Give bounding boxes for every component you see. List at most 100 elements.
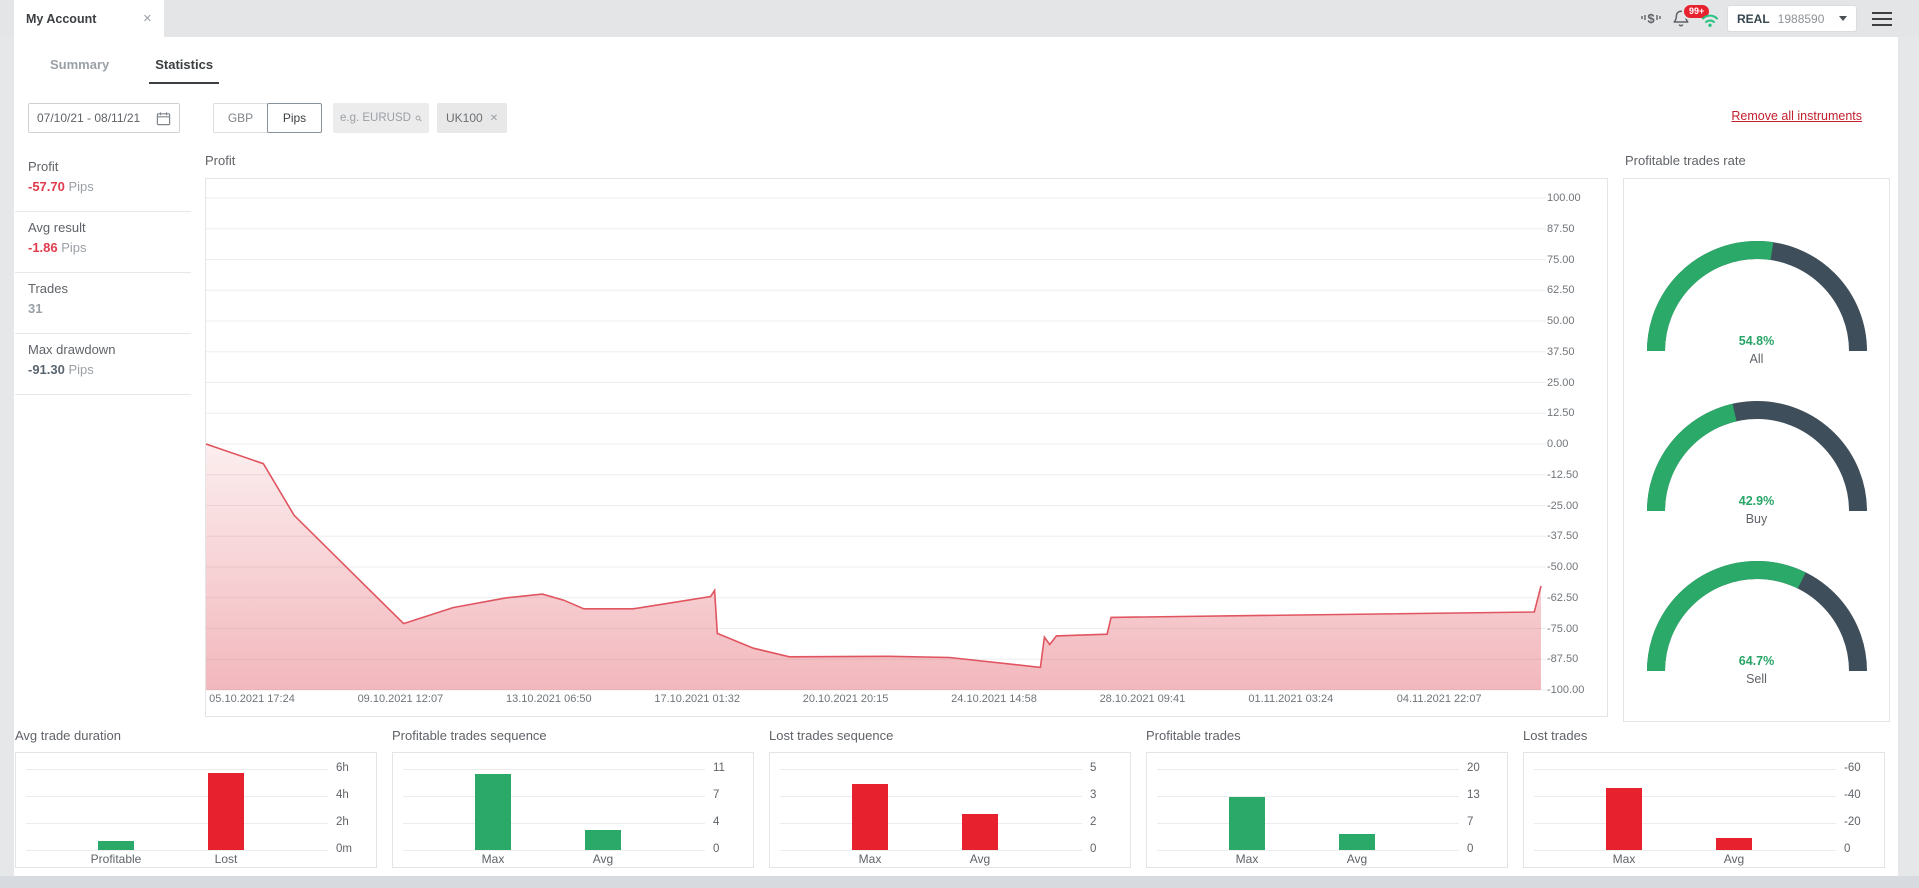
stat-value: -1.86 xyxy=(28,240,58,255)
account-number: 1988590 xyxy=(1777,11,1825,26)
mini-category-label: Max xyxy=(1235,852,1259,866)
divider xyxy=(15,394,191,395)
stat-trades: Trades 31 xyxy=(28,281,193,316)
y-axis-tick: -75.00 xyxy=(1547,622,1579,635)
stat-unit: Pips xyxy=(57,240,87,255)
mini-chart-title: Avg trade duration xyxy=(15,728,121,743)
remove-all-instruments-link[interactable]: Remove all instruments xyxy=(1731,109,1862,123)
mini-y-tick: 0 xyxy=(1467,843,1474,855)
account-selector[interactable]: REAL 1988590 xyxy=(1727,5,1857,32)
gauge-buy: 42.9% Buy xyxy=(1624,401,1889,551)
x-axis-label: 17.10.2021 01:32 xyxy=(654,693,740,705)
date-range-value: 07/10/21 - 08/11/21 xyxy=(37,111,141,125)
mini-chart-lost-trades-sequence: Lost trades sequence 5 3 2 0 Max Avg xyxy=(769,728,1131,868)
mini-chart-lost-trades: Lost trades -60 -40 -20 0 Max Avg xyxy=(1523,728,1885,868)
chip-label: UK100 xyxy=(446,111,483,125)
y-axis-tick: -100.00 xyxy=(1547,684,1585,696)
mini-y-tick: 0 xyxy=(1844,843,1851,855)
gauge-label: Buy xyxy=(1745,512,1768,526)
mini-bar-avg xyxy=(1339,833,1375,850)
tab-summary[interactable]: Summary xyxy=(44,51,115,84)
pips-toggle-button[interactable]: Pips xyxy=(267,103,322,133)
stat-max-drawdown: Max drawdown -91.30 Pips xyxy=(28,342,193,377)
mini-chart-profitable-trades: Profitable trades 20 13 7 0 Max Avg xyxy=(1146,728,1508,868)
mini-gridline xyxy=(26,823,328,824)
mini-gridline xyxy=(1157,796,1459,797)
mini-bar-max xyxy=(1229,797,1265,850)
menu-hamburger-icon[interactable] xyxy=(1872,12,1892,30)
mini-category-label: Avg xyxy=(592,852,614,866)
mini-y-tick: -40 xyxy=(1844,789,1861,801)
y-axis-tick: 50.00 xyxy=(1547,315,1575,327)
mini-y-tick: 4 xyxy=(713,816,720,828)
mini-y-tick: 0m xyxy=(336,843,352,855)
gauge-all: 54.8% All xyxy=(1624,241,1889,391)
currency-toggle-button[interactable]: GBP xyxy=(213,103,268,133)
stat-label: Profit xyxy=(28,159,59,174)
date-range-input[interactable]: 07/10/21 - 08/11/21 xyxy=(28,103,180,133)
gauge-label: Sell xyxy=(1746,672,1767,686)
mini-gridline xyxy=(403,823,705,824)
close-icon[interactable]: ✕ xyxy=(143,12,152,25)
mini-chart-profitable-trades-sequence: Profitable trades sequence 11 7 4 0 Max Avg xyxy=(392,728,754,868)
mini-category-label: Profitable xyxy=(90,852,142,866)
mini-chart-avg-trade-duration: Avg trade duration 6h 4h 2h 0m Profitable Los… xyxy=(15,728,377,868)
mini-bar-max xyxy=(1606,787,1642,850)
divider xyxy=(15,272,191,273)
y-axis-tick: 87.50 xyxy=(1547,222,1575,235)
y-axis-tick: 0.00 xyxy=(1547,438,1569,450)
x-axis-label: 01.11.2021 03:24 xyxy=(1248,693,1334,705)
mini-bar-max xyxy=(852,783,888,850)
bottom-strip xyxy=(0,876,1919,888)
account-tab-title: My Account xyxy=(26,11,97,26)
mini-category-label: Max xyxy=(481,852,505,866)
mini-y-tick: 0 xyxy=(713,843,720,855)
x-axis-label: 20.10.2021 20:15 xyxy=(802,693,889,705)
mini-gridline xyxy=(1157,769,1459,770)
y-axis-tick: -25.00 xyxy=(1547,499,1579,512)
mini-category-label: Max xyxy=(858,852,882,866)
x-axis-label: 09.10.2021 12:07 xyxy=(357,693,444,705)
instrument-search-input[interactable]: e.g. EURUSD xyxy=(333,103,429,133)
chip-close-icon[interactable]: ✕ xyxy=(490,113,498,124)
y-axis-tick: -37.50 xyxy=(1547,530,1579,543)
quotes-dollar-icon[interactable]: $ xyxy=(1638,6,1664,32)
stat-label: Max drawdown xyxy=(28,342,116,357)
mini-gridline xyxy=(403,850,705,851)
y-axis-tick: 62.50 xyxy=(1547,284,1575,297)
mini-y-tick: -60 xyxy=(1844,762,1861,774)
search-placeholder: e.g. EURUSD xyxy=(340,112,411,124)
mini-chart-title: Profitable trades sequence xyxy=(392,728,547,743)
mini-y-tick: 20 xyxy=(1467,762,1480,774)
gauge-label: All xyxy=(1749,352,1764,366)
profit-chart-canvas xyxy=(206,197,1546,691)
y-axis-tick: -12.50 xyxy=(1547,468,1579,481)
mini-chart-canvas: -60 -40 -20 0 Max Avg xyxy=(1523,752,1885,868)
mini-gridline xyxy=(403,796,705,797)
mini-gridline xyxy=(1534,796,1836,797)
account-tab[interactable]: My Account ✕ xyxy=(14,0,164,37)
instrument-chip-uk100[interactable]: UK100 ✕ xyxy=(437,103,508,133)
divider xyxy=(15,211,191,212)
stat-avg-result: Avg result -1.86 Pips xyxy=(28,220,193,255)
mini-chart-canvas: 5 3 2 0 Max Avg xyxy=(769,752,1131,868)
x-axis-label: 28.10.2021 09:41 xyxy=(1099,693,1186,705)
mini-y-tick: 13 xyxy=(1467,789,1480,801)
mini-bar-avg xyxy=(1716,837,1752,850)
tab-statistics[interactable]: Statistics xyxy=(149,51,220,84)
mini-chart-title: Lost trades sequence xyxy=(769,728,894,743)
mini-gridline xyxy=(1157,850,1459,851)
mini-y-tick: 2 xyxy=(1090,816,1097,828)
mini-category-label: Avg xyxy=(1346,852,1368,866)
mini-category-label: Avg xyxy=(1723,852,1745,866)
stat-value: 31 xyxy=(28,301,43,316)
divider xyxy=(15,333,191,334)
stat-label: Avg result xyxy=(28,220,86,235)
mini-y-tick: -20 xyxy=(1844,816,1861,828)
mini-category-label: Max xyxy=(1612,852,1636,866)
x-axis-label: 13.10.2021 06:50 xyxy=(505,693,592,705)
mini-y-tick: 7 xyxy=(1467,816,1474,828)
x-axis-label: 05.10.2021 17:24 xyxy=(209,693,295,705)
stat-unit: Pips xyxy=(64,362,94,377)
mini-y-tick: 7 xyxy=(713,789,720,801)
